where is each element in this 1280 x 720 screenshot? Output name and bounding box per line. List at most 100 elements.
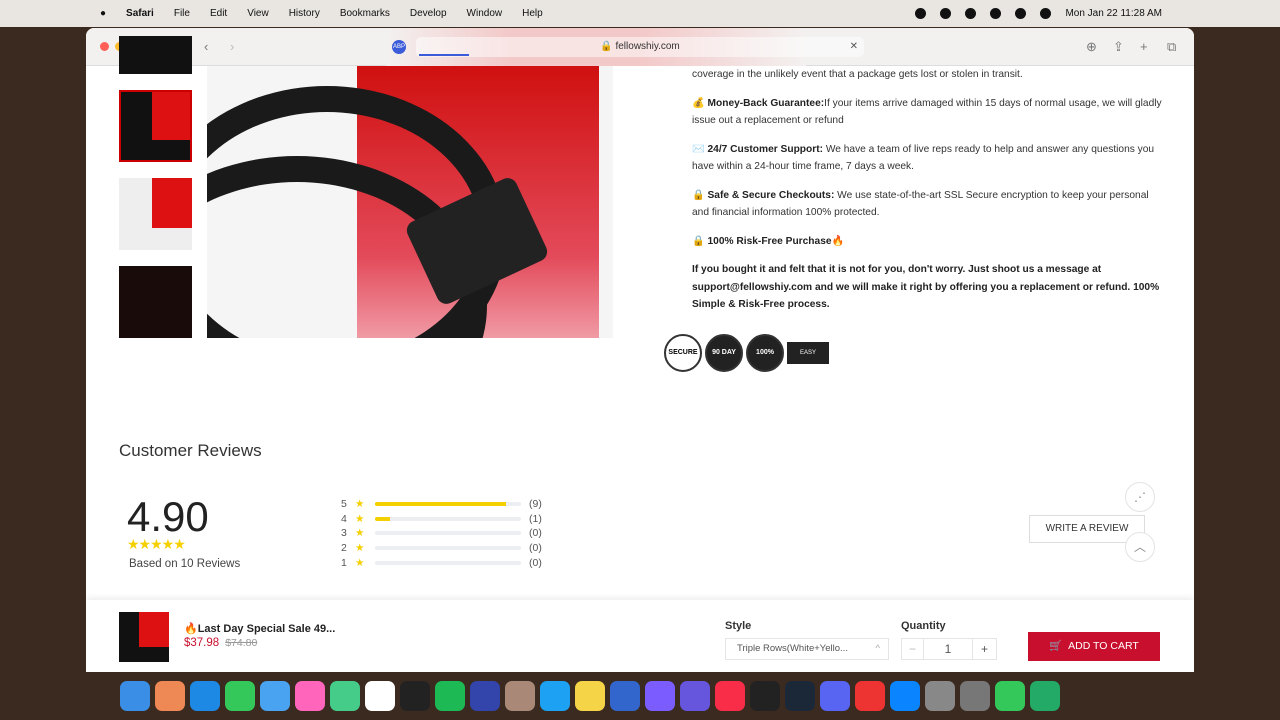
- scroll-top-button[interactable]: ︿: [1125, 532, 1155, 562]
- dock-app-icon[interactable]: [645, 681, 675, 711]
- rating-row[interactable]: 2 ★ (0): [341, 541, 542, 556]
- status-icon[interactable]: [965, 8, 977, 19]
- star-level: 5: [341, 498, 347, 511]
- quantity-label: Quantity: [901, 620, 946, 632]
- clock[interactable]: Mon Jan 22 11:28 AM: [1065, 8, 1162, 19]
- menu-file[interactable]: File: [174, 8, 190, 19]
- dock-app-icon[interactable]: [855, 681, 885, 711]
- rating-breakdown: 5 ★ (9) 4 ★ (1) 3 ★ (0) 2 ★ (0) 1 ★ (0): [341, 497, 542, 570]
- dock-app-icon[interactable]: [925, 681, 955, 711]
- 90-day-badge: 90 DAY: [705, 334, 743, 372]
- dock-app-icon[interactable]: [820, 681, 850, 711]
- menu-help[interactable]: Help: [522, 8, 543, 19]
- browser-window: ▯ ‹ › ABP 🔒 fellowshiy.com✕ ⊕ ⇪ + ⧉ cove…: [86, 28, 1194, 672]
- share-button[interactable]: ⋰: [1125, 482, 1155, 512]
- quantity-stepper: − 1 +: [901, 638, 997, 660]
- tabs-overview-icon[interactable]: ⧉: [1167, 39, 1176, 55]
- style-select[interactable]: Triple Rows(White+Yello... ^: [725, 638, 889, 660]
- adblock-icon[interactable]: ABP: [392, 39, 406, 54]
- dock-app-icon[interactable]: [960, 681, 990, 711]
- sticky-cart-bar: 🔥Last Day Special Sale 49... $37.98 $74.8…: [86, 600, 1194, 672]
- decrease-button[interactable]: −: [902, 639, 924, 659]
- rating-count: (1): [529, 512, 542, 525]
- browser-toolbar: ▯ ‹ › ABP 🔒 fellowshiy.com✕ ⊕ ⇪ + ⧉: [86, 28, 1194, 66]
- dock-app-icon[interactable]: [260, 681, 290, 711]
- rating-row[interactable]: 1 ★ (0): [341, 555, 542, 570]
- close-button[interactable]: [100, 42, 109, 51]
- back-icon[interactable]: ‹: [204, 39, 208, 54]
- status-icon[interactable]: [915, 8, 927, 19]
- dock-app-icon[interactable]: [1030, 681, 1060, 711]
- rating-count: (0): [529, 542, 542, 555]
- forward-icon[interactable]: ›: [230, 39, 234, 54]
- increase-button[interactable]: +: [972, 639, 996, 659]
- menu-history[interactable]: History: [289, 8, 320, 19]
- new-tab-icon[interactable]: +: [1140, 39, 1148, 54]
- rating-row[interactable]: 3 ★ (0): [341, 526, 542, 541]
- dock-app-icon[interactable]: [120, 681, 150, 711]
- dock-app-icon[interactable]: [155, 681, 185, 711]
- rating-bar: [375, 531, 521, 536]
- dock-app-icon[interactable]: [610, 681, 640, 711]
- star-level: 2: [341, 542, 347, 555]
- add-to-cart-button[interactable]: 🛒 ADD TO CART: [1028, 632, 1160, 661]
- apple-icon[interactable]: ●: [100, 8, 106, 19]
- status-icon[interactable]: [940, 8, 952, 19]
- quantity-input[interactable]: 1: [924, 639, 972, 659]
- rating-bar: [375, 516, 521, 521]
- dock-app-icon[interactable]: [505, 681, 535, 711]
- menu-bookmarks[interactable]: Bookmarks: [340, 8, 390, 19]
- stop-icon[interactable]: ✕: [850, 37, 858, 57]
- menu-app[interactable]: Safari: [126, 8, 154, 19]
- cart-icon: 🛒: [1049, 640, 1063, 652]
- dock-app-icon[interactable]: [575, 681, 605, 711]
- menu-edit[interactable]: Edit: [210, 8, 227, 19]
- menu-develop[interactable]: Develop: [410, 8, 447, 19]
- battery-icon[interactable]: [1015, 8, 1027, 19]
- dock-app-icon[interactable]: [400, 681, 430, 711]
- star-icon: ★: [355, 542, 365, 555]
- download-icon[interactable]: ⊕: [1086, 39, 1097, 55]
- review-count: Based on 10 Reviews: [129, 558, 241, 570]
- dock-app-icon[interactable]: [295, 681, 325, 711]
- dock: [112, 676, 1168, 716]
- star-level: 3: [341, 527, 347, 540]
- dock-app-icon[interactable]: [435, 681, 465, 711]
- star-icon: ★: [355, 512, 365, 525]
- menubar: ● Safari File Edit View History Bookmark…: [0, 0, 1280, 27]
- dock-app-icon[interactable]: [225, 681, 255, 711]
- original-price: $74.80: [225, 637, 258, 649]
- rating-row[interactable]: 5 ★ (9): [341, 497, 542, 512]
- rating-row[interactable]: 4 ★ (1): [341, 512, 542, 527]
- dock-app-icon[interactable]: [715, 681, 745, 711]
- search-icon[interactable]: [1040, 8, 1052, 19]
- address-bar[interactable]: 🔒 fellowshiy.com ✕: [416, 36, 864, 57]
- share-icon[interactable]: ⇪: [1113, 39, 1124, 55]
- dock-app-icon[interactable]: [785, 681, 815, 711]
- sale-price: $37.98: [184, 637, 220, 649]
- dock-app-icon[interactable]: [470, 681, 500, 711]
- rating-count: (0): [529, 527, 542, 540]
- dock-app-icon[interactable]: [365, 681, 395, 711]
- dock-app-icon[interactable]: [190, 681, 220, 711]
- reviews-title: Customer Reviews: [119, 441, 262, 460]
- product-thumbnail[interactable]: [119, 178, 192, 250]
- product-thumbnail[interactable]: [119, 266, 192, 338]
- star-icon: ★: [355, 556, 365, 569]
- menu-window[interactable]: Window: [467, 8, 503, 19]
- dock-app-icon[interactable]: [890, 681, 920, 711]
- dock-app-icon[interactable]: [330, 681, 360, 711]
- menu-view[interactable]: View: [247, 8, 269, 19]
- product-main-image[interactable]: [207, 66, 613, 338]
- dock-app-icon[interactable]: [995, 681, 1025, 711]
- wifi-icon[interactable]: [990, 8, 1002, 19]
- rating-count: (0): [529, 556, 542, 569]
- dock-app-icon[interactable]: [750, 681, 780, 711]
- product-thumbnail[interactable]: [119, 90, 192, 162]
- rating-bar: [375, 560, 521, 565]
- dock-app-icon[interactable]: [540, 681, 570, 711]
- chevron-up-icon: ^: [875, 643, 880, 654]
- dock-app-icon[interactable]: [680, 681, 710, 711]
- product-thumbnail[interactable]: [119, 36, 192, 74]
- rating-score: 4.90: [127, 493, 209, 540]
